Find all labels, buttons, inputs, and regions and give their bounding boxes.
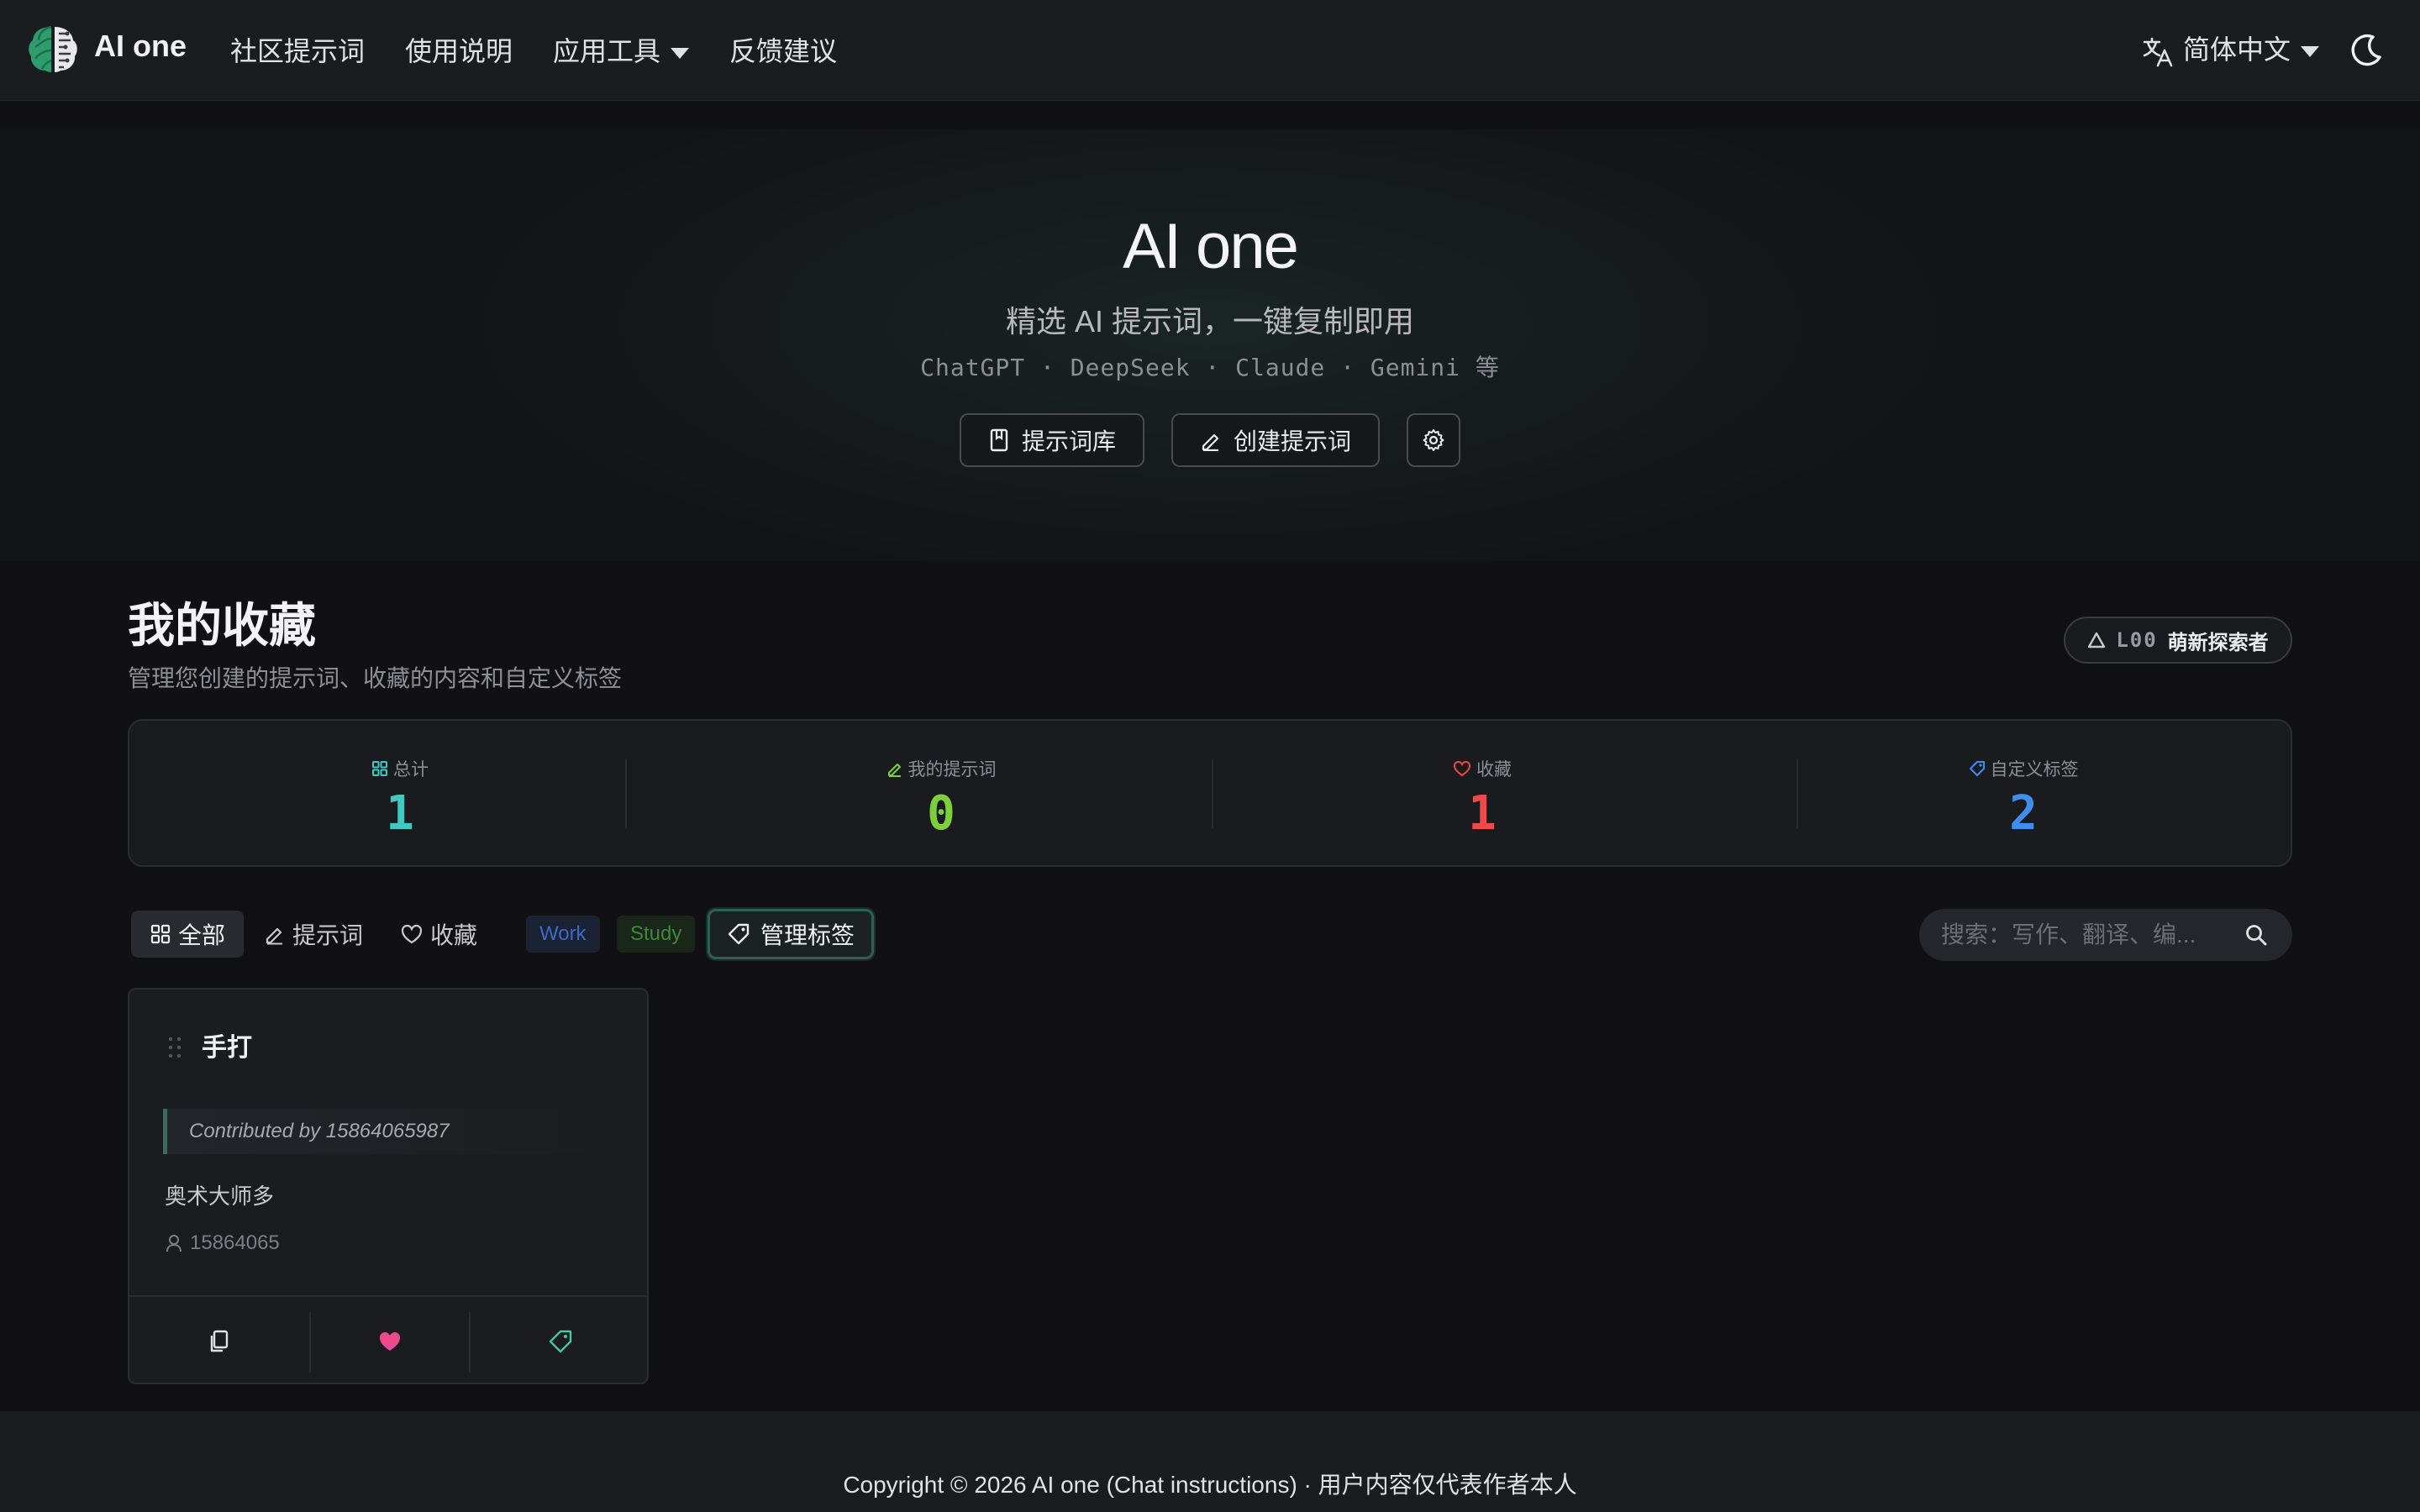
navbar: AI one 社区提示词 使用说明 应用工具 反馈建议 简体中文 xyxy=(0,0,2420,101)
hero-models: ChatGPT · DeepSeek · Claude · Gemini 等 xyxy=(920,354,1500,381)
card-author: 15864065 xyxy=(165,1231,280,1255)
prompt-library-label: 提示词库 xyxy=(1021,428,1116,454)
card-author-name: 15864065 xyxy=(190,1231,280,1254)
nav-community-prompts[interactable]: 社区提示词 xyxy=(230,30,365,69)
book-icon xyxy=(990,428,1008,452)
stat-my-prompts-label: 我的提示词 xyxy=(908,760,997,780)
tag-button[interactable] xyxy=(471,1297,647,1383)
tag-study[interactable]: Study xyxy=(617,916,696,953)
language-selector[interactable]: 简体中文 xyxy=(2141,29,2320,69)
nav-app-tools[interactable]: 应用工具 xyxy=(553,30,690,69)
stat-custom-tags: 自定义标签 2 xyxy=(1753,721,2294,869)
triangle-icon xyxy=(2088,632,2106,648)
level-code: L00 xyxy=(2116,628,2158,652)
favorite-button[interactable] xyxy=(311,1297,469,1383)
translate-icon xyxy=(2143,37,2173,66)
user-icon xyxy=(166,1235,182,1252)
stat-custom-tags-value: 2 xyxy=(2009,786,2038,841)
level-badge[interactable]: L00 萌新探索者 xyxy=(2064,617,2292,664)
card-actions xyxy=(129,1295,647,1383)
stat-custom-tags-label: 自定义标签 xyxy=(1990,760,2079,780)
filter-favorites-label: 收藏 xyxy=(430,922,478,948)
manage-tags-button[interactable]: 管理标签 xyxy=(708,909,874,959)
card-title[interactable]: 手打 xyxy=(202,1026,252,1063)
search-input[interactable] xyxy=(1941,909,2244,961)
moon-icon[interactable] xyxy=(2348,32,2385,69)
stat-my-prompts: 我的提示词 0 xyxy=(671,721,1212,869)
footer: Copyright © 2026 AI one (Chat instructio… xyxy=(0,1411,2420,1512)
page-subtitle: 管理您创建的提示词、收藏的内容和自定义标签 xyxy=(128,665,623,691)
hero-title: AI one xyxy=(1123,211,1299,282)
stat-total: 总计 1 xyxy=(129,721,671,869)
chevron-down-icon xyxy=(671,48,690,60)
card-quote: Contributed by 15864065987 xyxy=(163,1109,617,1154)
brain-logo-icon[interactable] xyxy=(25,22,81,77)
language-label: 简体中文 xyxy=(2183,34,2291,65)
stats-panel: 总计 1 我的提示词 0 收藏 1 自定义标签 2 xyxy=(128,719,2292,867)
stat-total-label: 总计 xyxy=(393,760,429,780)
tag-icon xyxy=(728,923,750,945)
heart-filled-icon xyxy=(380,1332,400,1351)
prompt-library-button[interactable]: 提示词库 xyxy=(960,413,1144,467)
tag-icon xyxy=(549,1330,572,1353)
hero-section: AI one 精选 AI 提示词，一键复制即用 ChatGPT · DeepSe… xyxy=(0,129,2420,561)
stat-favorites-value: 1 xyxy=(1468,786,1497,841)
heart-icon xyxy=(1453,760,1471,777)
filter-all-label: 全部 xyxy=(178,922,226,948)
drag-handle-icon[interactable] xyxy=(166,1035,183,1060)
filter-favorites[interactable]: 收藏 xyxy=(381,911,496,958)
brand-name[interactable]: AI one xyxy=(94,29,187,64)
stat-favorites: 收藏 1 xyxy=(1212,721,1753,869)
gear-icon xyxy=(1423,429,1444,451)
copy-button[interactable] xyxy=(129,1297,309,1383)
card-quote-text: Contributed by 15864065987 xyxy=(189,1120,450,1142)
nav-app-tools-label: 应用工具 xyxy=(553,36,661,66)
footer-copyright: Copyright © 2026 AI one (Chat instructio… xyxy=(843,1472,1577,1498)
tag-work[interactable]: Work xyxy=(526,916,600,953)
search-icon[interactable] xyxy=(2244,922,2269,948)
filter-all[interactable]: 全部 xyxy=(131,911,245,958)
pencil-icon xyxy=(887,764,901,777)
manage-tags-label: 管理标签 xyxy=(760,922,855,948)
nav-feedback[interactable]: 反馈建议 xyxy=(729,30,837,69)
stat-my-prompts-value: 0 xyxy=(927,786,955,841)
chevron-down-icon xyxy=(2301,46,2320,58)
grid-icon xyxy=(150,924,171,944)
search-box xyxy=(1919,909,2292,961)
grid-icon xyxy=(372,761,387,776)
settings-button[interactable] xyxy=(1407,413,1460,467)
create-prompt-label: 创建提示词 xyxy=(1233,428,1351,454)
divider xyxy=(625,759,627,828)
pencil-icon xyxy=(266,927,282,945)
filter-prompts-label: 提示词 xyxy=(292,922,364,948)
tag-icon xyxy=(1969,761,1985,776)
level-name: 萌新探索者 xyxy=(2167,631,2269,654)
hero-subtitle: 精选 AI 提示词，一键复制即用 xyxy=(1005,304,1415,339)
copy-icon xyxy=(210,1330,229,1352)
create-prompt-button[interactable]: 创建提示词 xyxy=(1171,413,1380,467)
heart-icon xyxy=(401,924,423,944)
prompt-card[interactable]: 手打 Contributed by 15864065987 奥术大师多 1586… xyxy=(128,988,649,1384)
stat-favorites-label: 收藏 xyxy=(1476,760,1512,780)
pencil-icon xyxy=(1202,433,1219,451)
card-body: 奥术大师多 xyxy=(165,1184,275,1209)
filter-prompts[interactable]: 提示词 xyxy=(245,911,381,958)
page-title: 我的收藏 xyxy=(128,599,316,652)
stat-total-value: 1 xyxy=(386,786,414,841)
nav-usage-guide[interactable]: 使用说明 xyxy=(405,30,513,69)
